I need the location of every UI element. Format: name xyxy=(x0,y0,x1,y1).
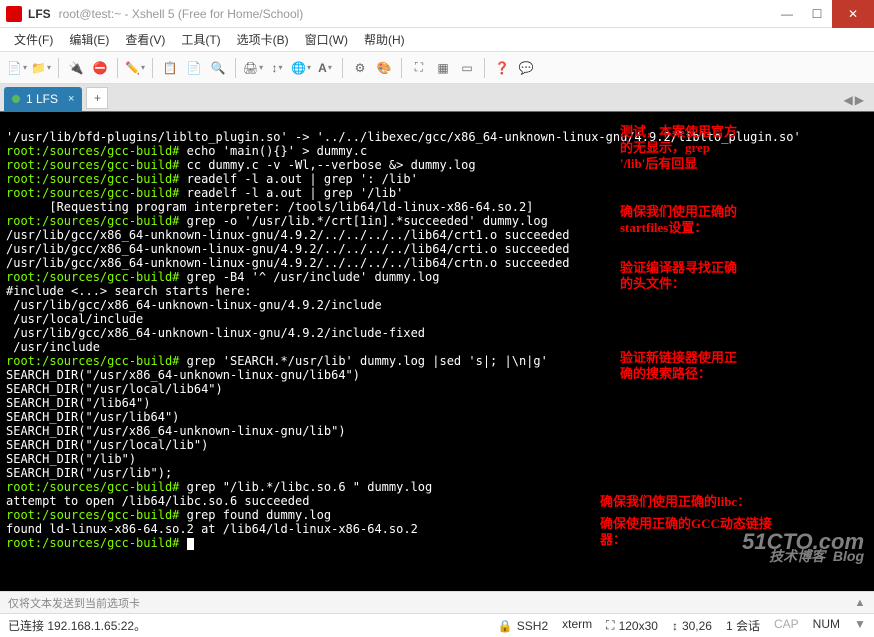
annotation-2: 确保我们使用正确的 startfiles设置： xyxy=(620,204,737,236)
tile-button[interactable]: ▦ xyxy=(432,57,454,79)
color2-button[interactable]: 🎨 xyxy=(373,57,395,79)
annotation-4: 验证新链接器使用正 确的搜索路径： xyxy=(620,350,737,382)
new-session-button[interactable]: 📄 xyxy=(6,57,28,79)
toolbar: 📄 📁 🔌 ⛔ ✏️ 📋 📄 🔍 🖨 ↕ 🌐 A ⚙ 🎨 ⛶ ▦ ▭ ❓ 💬 xyxy=(0,52,874,84)
menu-tabs[interactable]: 选项卡(B) xyxy=(231,29,295,50)
title-sub: root@test:~ - Xshell 5 (Free for Home/Sc… xyxy=(59,7,772,21)
scroll-up-icon[interactable]: ▲ xyxy=(854,597,866,609)
info-text: 仅将文本发送到当前选项卡 xyxy=(8,595,140,611)
highlight-button[interactable]: ✏️ xyxy=(124,57,146,79)
status-dot-icon xyxy=(12,95,20,103)
maximize-button[interactable]: ☐ xyxy=(802,0,832,28)
status-pos: ↕ 30,26 xyxy=(672,617,712,634)
tab-nav: ◀ ▶ xyxy=(844,93,870,111)
transfer-button[interactable]: ↕ xyxy=(266,57,288,79)
tab-next-icon[interactable]: ▶ xyxy=(855,93,864,107)
status-sess: 1 会话 xyxy=(726,617,760,634)
title-app: LFS xyxy=(28,7,51,21)
copy-button[interactable]: 📋 xyxy=(159,57,181,79)
close-button[interactable]: ✕ xyxy=(832,0,874,28)
fullscreen-button[interactable]: ⛶ xyxy=(408,57,430,79)
cursor xyxy=(187,538,194,550)
status-num: NUM xyxy=(813,617,840,634)
menu-view[interactable]: 查看(V) xyxy=(119,29,171,50)
status-conn: 已连接 192.168.1.65:22。 xyxy=(8,617,146,634)
reconnect-button[interactable]: 🔌 xyxy=(65,57,87,79)
status-ssh: 🔒 SSH2 xyxy=(498,617,548,634)
annotation-5: 确保我们使用正确的libc： xyxy=(600,494,750,510)
tab-close-icon[interactable]: × xyxy=(68,93,74,105)
minimize-button[interactable]: — xyxy=(772,0,802,28)
menu-window[interactable]: 窗口(W) xyxy=(299,29,354,50)
info-bar: 仅将文本发送到当前选项卡 ▲ xyxy=(0,591,874,613)
menu-tools[interactable]: 工具(T) xyxy=(175,29,226,50)
annotation-6: 确保使用正确的GCC动态链接 器： xyxy=(600,516,772,548)
tab-bar: 1 LFS × + ◀ ▶ xyxy=(0,84,874,112)
open-button[interactable]: 📁 xyxy=(30,57,52,79)
window-titlebar: LFS root@test:~ - Xshell 5 (Free for Hom… xyxy=(0,0,874,28)
status-size: ⛶ 120x30 xyxy=(606,617,658,634)
help-button[interactable]: ❓ xyxy=(491,57,513,79)
paste-button[interactable]: 📄 xyxy=(183,57,205,79)
font-button[interactable]: A xyxy=(314,57,336,79)
terminal[interactable]: '/usr/lib/bfd-plugins/liblto_plugin.so' … xyxy=(0,112,874,591)
web-button[interactable]: 🌐 xyxy=(290,57,312,79)
color1-button[interactable]: ⚙ xyxy=(349,57,371,79)
cascade-button[interactable]: ▭ xyxy=(456,57,478,79)
status-bar: 已连接 192.168.1.65:22。 🔒 SSH2 xterm ⛶ 120x… xyxy=(0,613,874,637)
tab-label: 1 LFS xyxy=(26,92,58,106)
session-tab[interactable]: 1 LFS × xyxy=(4,87,82,111)
add-tab-button[interactable]: + xyxy=(86,87,108,109)
status-term: xterm xyxy=(562,617,592,634)
tab-prev-icon[interactable]: ◀ xyxy=(844,93,853,107)
status-cap: CAP xyxy=(774,617,799,634)
find-button[interactable]: 🔍 xyxy=(207,57,229,79)
menu-help[interactable]: 帮助(H) xyxy=(358,29,411,50)
menu-file[interactable]: 文件(F) xyxy=(8,29,59,50)
app-icon xyxy=(6,6,22,22)
chat-button[interactable]: 💬 xyxy=(515,57,537,79)
annotation-3: 验证编译器寻找正确 的头文件： xyxy=(620,260,737,292)
print-button[interactable]: 🖨 xyxy=(242,57,264,79)
annotation-1: 测试，本案使用官方 的无显示，grep '/lib'后有回显 xyxy=(620,124,737,172)
disconnect-button[interactable]: ⛔ xyxy=(89,57,111,79)
menu-bar: 文件(F) 编辑(E) 查看(V) 工具(T) 选项卡(B) 窗口(W) 帮助(… xyxy=(0,28,874,52)
menu-edit[interactable]: 编辑(E) xyxy=(63,29,115,50)
scroll-down-icon[interactable]: ▼ xyxy=(854,617,866,634)
